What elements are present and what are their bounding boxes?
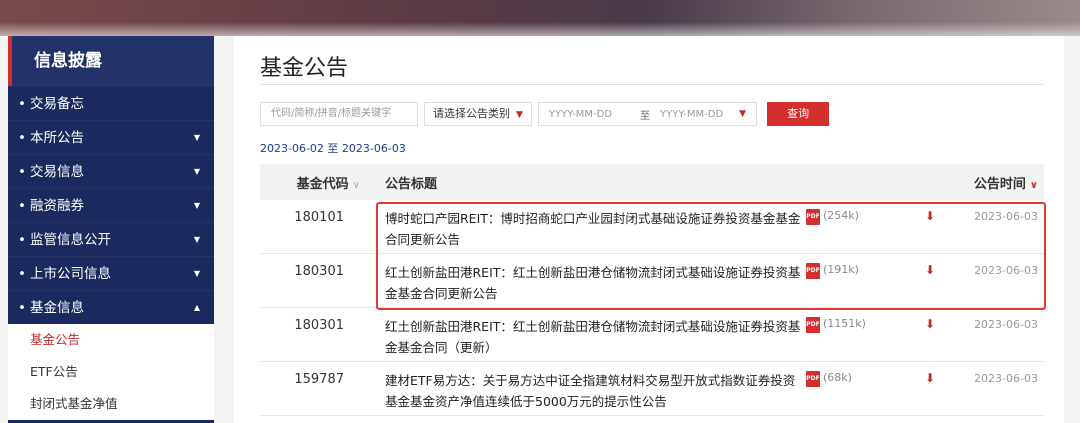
fund-code: 180101 <box>294 210 344 225</box>
table-row: 180301 红土创新盐田港REIT：红土创新盐田港仓储物流封闭式基础设施证券投… <box>260 254 1044 308</box>
column-header-code[interactable]: 基金代码 ∨ <box>260 173 370 192</box>
file-size: (191k) <box>823 263 859 276</box>
chevron-down-icon: ▼ <box>739 109 747 119</box>
sidebar-item-trade-memo[interactable]: • 交易备忘 <box>8 86 214 120</box>
date-range-text: 2023-06-02 至 2023-06-03 <box>260 142 406 155</box>
sidebar-subitem-etf-announcements[interactable]: ETF公告 <box>8 356 214 388</box>
query-button[interactable]: 查询 <box>767 102 830 126</box>
sidebar-item-regulatory-info[interactable]: • 监管信息公开 ▼ <box>8 222 214 256</box>
sidebar-item-fund-info[interactable]: • 基金信息 ▲ <box>8 290 214 324</box>
chevron-down-icon: ▼ <box>193 269 200 278</box>
chevron-down-icon: ▼ <box>193 133 200 142</box>
download-icon[interactable]: ⬇ <box>906 200 954 253</box>
pdf-icon: PDF <box>806 371 820 387</box>
announcements-table: 基金代码 ∨ 公告标题 公告时间 ∨ 180101 博时蛇口产园REIT：博时招商蛇… <box>260 164 1044 416</box>
announcement-title-link[interactable]: 红土创新盐田港REIT：红土创新盐田港仓储物流封闭式基础设施证券投资基金基金合同… <box>370 308 806 361</box>
sidebar-item-exchange-announcements[interactable]: • 本所公告 ▼ <box>8 120 214 154</box>
announcement-date: 2023-06-03 <box>974 210 1038 223</box>
main-panel: 基金公告 代码/简称/拼音/标题关键字 请选择公告类别 ▼ YYYY-MM-DD … <box>234 36 1064 423</box>
chevron-down-icon: ▼ <box>193 167 200 176</box>
sort-icon: ∨ <box>352 179 360 191</box>
download-icon[interactable]: ⬇ <box>906 308 954 361</box>
chevron-down-icon: ▼ <box>193 235 200 244</box>
download-icon[interactable]: ⬇ <box>906 362 954 415</box>
file-size: (68k) <box>823 371 852 384</box>
date-from-input[interactable]: YYYY-MM-DD <box>549 109 612 120</box>
sidebar-item-trade-info[interactable]: • 交易信息 ▼ <box>8 154 214 188</box>
sort-icon: ∨ <box>1029 179 1038 191</box>
announcement-date: 2023-06-03 <box>974 318 1038 331</box>
file-size: (1151k) <box>823 317 866 330</box>
top-banner <box>0 0 1080 36</box>
filter-bar: 代码/简称/拼音/标题关键字 请选择公告类别 ▼ YYYY-MM-DD 至 YYY… <box>260 102 830 126</box>
announcement-date: 2023-06-03 <box>974 372 1038 385</box>
sidebar-item-margin-trading[interactable]: • 融资融券 ▼ <box>8 188 214 222</box>
category-select[interactable]: 请选择公告类别 ▼ <box>424 102 532 126</box>
fund-code: 159787 <box>294 372 344 387</box>
announcement-title-link[interactable]: 建材ETF易方达：关于易方达中证全指建筑材料交易型开放式指数证券投资基金基金资产… <box>370 362 806 415</box>
pdf-icon: PDF <box>806 263 820 279</box>
table-row: 180301 红土创新盐田港REIT：红土创新盐田港仓储物流封闭式基础设施证券投… <box>260 308 1044 362</box>
title-divider <box>260 84 1044 85</box>
pdf-link[interactable]: PDF (191k) <box>806 254 906 307</box>
chevron-up-icon: ▲ <box>193 303 200 312</box>
page-title: 基金公告 <box>260 56 349 81</box>
date-range-input[interactable]: YYYY-MM-DD 至 YYYY-MM-DD ▼ <box>537 102 758 126</box>
pdf-link[interactable]: PDF (254k) <box>806 200 906 253</box>
fund-code: 180301 <box>294 264 344 279</box>
chevron-down-icon: ▼ <box>516 110 523 120</box>
fund-code: 180301 <box>294 318 344 333</box>
sidebar-title: 信息披露 <box>8 36 214 86</box>
keyword-search-input[interactable]: 代码/简称/拼音/标题关键字 <box>260 102 418 126</box>
date-separator: 至 <box>640 110 651 122</box>
announcement-title-link[interactable]: 博时蛇口产园REIT：博时招商蛇口产业园封闭式基础设施证券投资基金基金合同更新公… <box>370 200 806 253</box>
column-header-time[interactable]: 公告时间 ∨ <box>930 173 1044 192</box>
pdf-link[interactable]: PDF (68k) <box>806 362 906 415</box>
pdf-link[interactable]: PDF (1151k) <box>806 308 906 361</box>
table-row: 159787 建材ETF易方达：关于易方达中证全指建筑材料交易型开放式指数证券投… <box>260 362 1044 416</box>
pdf-icon: PDF <box>806 209 820 225</box>
table-header: 基金代码 ∨ 公告标题 公告时间 ∨ <box>260 164 1044 200</box>
file-size: (254k) <box>823 209 859 222</box>
chevron-down-icon: ▼ <box>193 201 200 210</box>
announcement-title-link[interactable]: 红土创新盐田港REIT：红土创新盐田港仓储物流封闭式基础设施证券投资基金基金合同… <box>370 254 806 307</box>
sidebar-item-listed-company-info[interactable]: • 上市公司信息 ▼ <box>8 256 214 290</box>
pdf-icon: PDF <box>806 317 820 333</box>
sidebar-subitem-closed-fund-nav[interactable]: 封闭式基金净值 <box>8 388 214 420</box>
table-row: 180101 博时蛇口产园REIT：博时招商蛇口产业园封闭式基础设施证券投资基金… <box>260 200 1044 254</box>
date-to-input[interactable]: YYYY-MM-DD <box>660 109 723 120</box>
sidebar-subitem-fund-announcements[interactable]: 基金公告 <box>8 324 214 356</box>
column-header-title: 公告标题 <box>385 176 438 192</box>
sidebar-submenu: 基金公告 ETF公告 封闭式基金净值 <box>8 324 214 420</box>
announcement-date: 2023-06-03 <box>974 264 1038 277</box>
download-icon[interactable]: ⬇ <box>906 254 954 307</box>
